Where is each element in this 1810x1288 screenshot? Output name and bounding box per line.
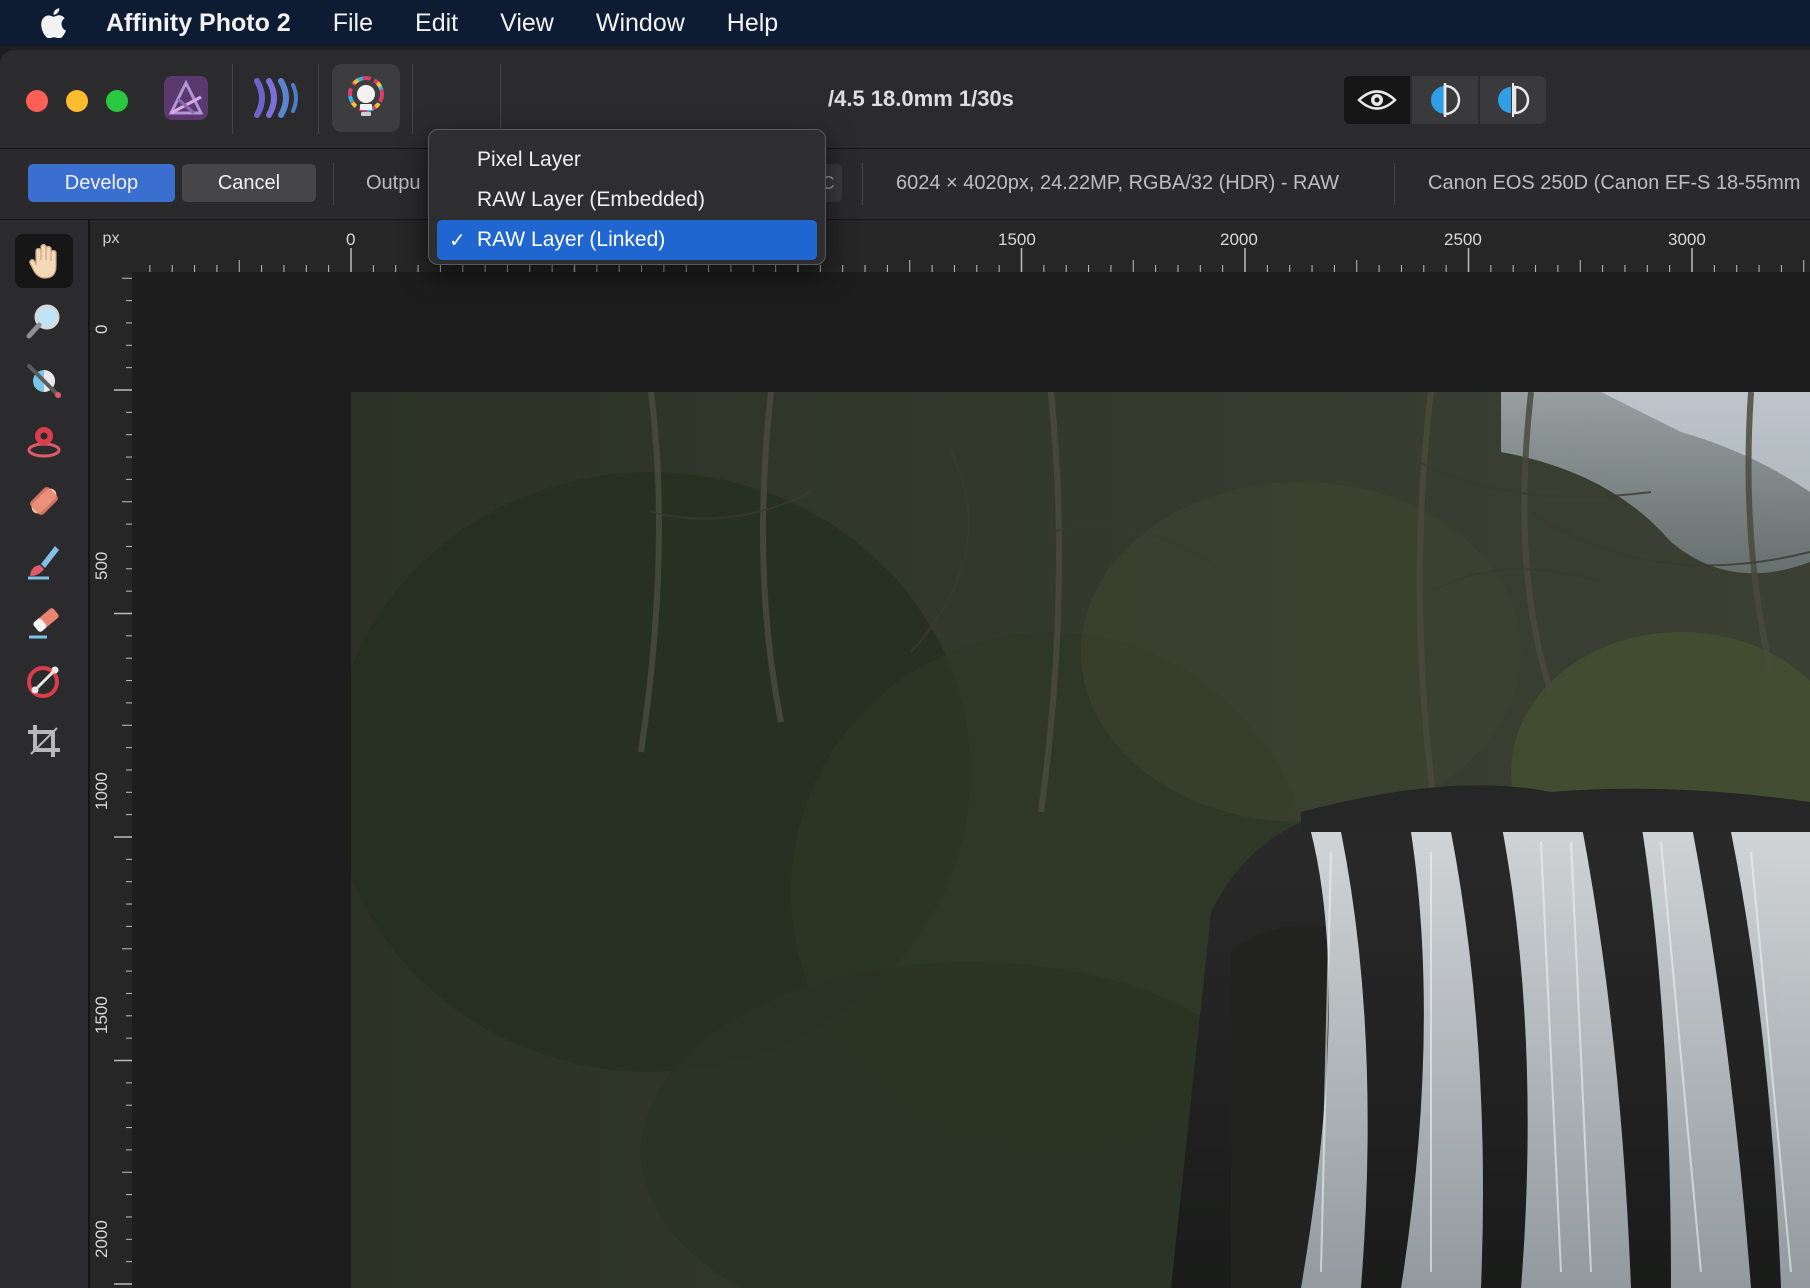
toolbar-separator	[333, 163, 334, 205]
develop-button[interactable]: Develop	[28, 164, 175, 202]
ruler-top-label: 1500	[998, 230, 1036, 249]
toolbar-separator	[500, 64, 501, 134]
exif-readout: /4.5 18.0mm 1/30s	[828, 86, 1014, 111]
toolbar-separator	[318, 64, 319, 134]
toolbar-separator	[862, 163, 863, 205]
view-mode-group	[1344, 76, 1548, 124]
menu-app-name[interactable]: Affinity Photo 2	[106, 9, 291, 38]
output-label: Outpu	[366, 172, 421, 194]
toolbar-separator	[1394, 163, 1395, 205]
tools-panel	[0, 220, 90, 1288]
minimize-window-button[interactable]	[66, 90, 88, 112]
overlay-erase-tool-icon[interactable]	[15, 594, 73, 648]
menu-file[interactable]: File	[333, 9, 373, 38]
ruler-top-label: 2500	[1444, 230, 1482, 249]
output-dropdown-menu: Pixel Layer RAW Layer (Embedded) ✓ RAW L…	[428, 129, 826, 265]
vertical-ruler[interactable]: 0 500 1000 1500 2000	[90, 272, 132, 1288]
image-info-text: 6024 × 4020px, 24.22MP, RGBA/32 (HDR) - …	[896, 172, 1339, 194]
menu-help[interactable]: Help	[727, 9, 778, 38]
crop-tool-icon[interactable]	[15, 714, 73, 768]
ruler-unit: px	[90, 220, 132, 272]
macos-menu-bar: Affinity Photo 2 File Edit View Window H…	[0, 0, 1810, 46]
menu-view[interactable]: View	[500, 9, 554, 38]
liquify-persona-icon[interactable]	[246, 68, 306, 128]
eye-view-icon[interactable]	[1344, 76, 1410, 124]
title-toolbar: /4.5 18.0mm 1/30s	[0, 50, 1810, 149]
red-eye-tool-icon[interactable]	[15, 414, 73, 468]
app-window: /4.5 18.0mm 1/30s Develop Cancel Outpu C…	[0, 50, 1810, 1288]
dropdown-option-raw-layer-embedded[interactable]: RAW Layer (Embedded)	[437, 180, 817, 220]
blemish-removal-tool-icon[interactable]	[15, 474, 73, 528]
menu-window[interactable]: Window	[596, 9, 685, 38]
develop-persona-icon[interactable]	[332, 64, 400, 132]
toolbar-separator	[412, 64, 413, 134]
toolbar-separator	[232, 64, 233, 134]
dropdown-option-pixel-layer[interactable]: Pixel Layer	[437, 140, 817, 180]
overlay-gradient-tool-icon[interactable]	[15, 654, 73, 708]
cancel-button[interactable]: Cancel	[182, 164, 316, 202]
ruler-top-label: 2000	[1220, 230, 1258, 249]
waterfall-forest-photo[interactable]	[351, 392, 1810, 1288]
option-label: RAW Layer (Embedded)	[477, 188, 705, 211]
camera-info-text: Canon EOS 250D (Canon EF-S 18-55mm	[1428, 172, 1801, 194]
view-tool-icon[interactable]	[15, 234, 73, 288]
ruler-left-label: 2000	[92, 1220, 111, 1258]
ruler-left-label: 1500	[92, 996, 111, 1034]
menu-edit[interactable]: Edit	[415, 9, 458, 38]
zoom-window-button[interactable]	[106, 90, 128, 112]
option-label: Pixel Layer	[477, 148, 581, 171]
option-label: RAW Layer (Linked)	[477, 228, 666, 251]
apple-logo-icon[interactable]	[38, 8, 68, 38]
dropdown-option-raw-layer-linked[interactable]: ✓ RAW Layer (Linked)	[437, 220, 817, 260]
affinity-photo-persona-icon[interactable]	[156, 68, 216, 128]
mirror-view-icon[interactable]	[1480, 76, 1546, 124]
split-view-icon[interactable]	[1412, 76, 1478, 124]
white-balance-tool-icon[interactable]	[15, 354, 73, 408]
checkmark-icon: ✓	[449, 230, 466, 252]
zoom-tool-icon[interactable]	[15, 294, 73, 348]
ruler-left-label: 500	[92, 551, 111, 580]
ruler-left-label: 0	[92, 324, 111, 334]
context-toolbar: Develop Cancel Outpu C 6024 × 4020px, 24…	[0, 149, 1810, 220]
overlay-paint-tool-icon[interactable]	[15, 534, 73, 588]
ruler-left-label: 1000	[92, 772, 111, 810]
canvas-area[interactable]	[132, 272, 1810, 1288]
ruler-top-label: 3000	[1668, 230, 1706, 249]
ruler-top-label: 0	[346, 230, 356, 249]
close-window-button[interactable]	[26, 90, 48, 112]
horizontal-ruler[interactable]: 0 500 1000 1500 2000 2500 3000	[90, 220, 1810, 272]
